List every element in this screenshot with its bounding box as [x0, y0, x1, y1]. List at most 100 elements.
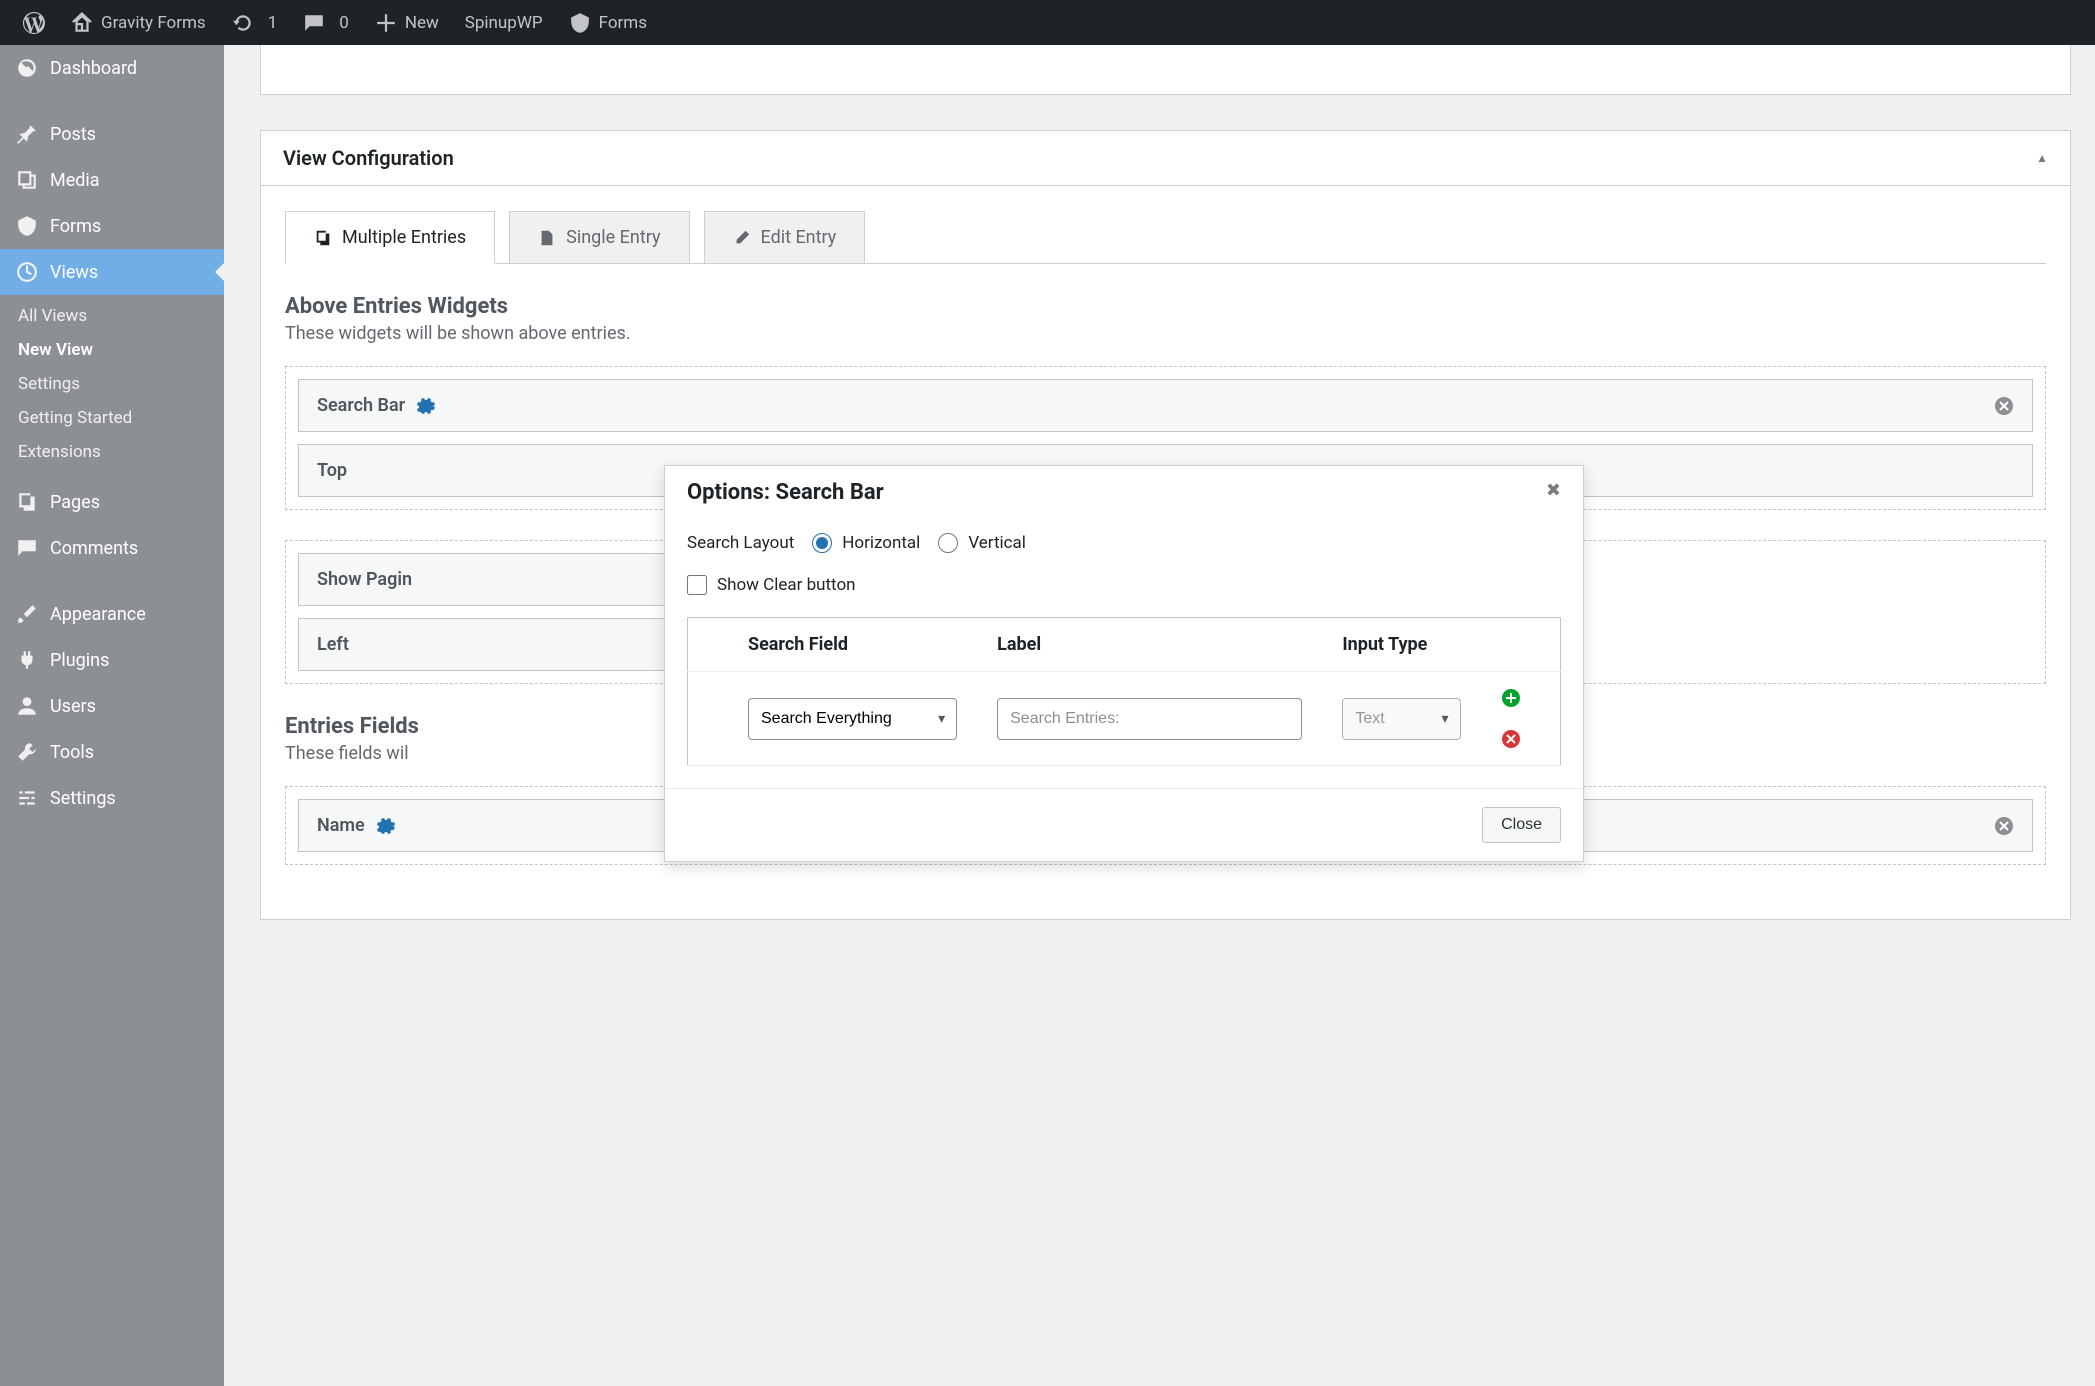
sidebar-item-views[interactable]: Views [0, 249, 224, 295]
sidebar-item-appearance[interactable]: Appearance [0, 591, 224, 637]
sidebar-label: Users [50, 696, 96, 717]
plus-icon [375, 12, 397, 34]
new-content-link[interactable]: New [362, 0, 452, 45]
checkbox-show-clear-input[interactable] [687, 575, 707, 595]
sidebar-item-tools[interactable]: Tools [0, 729, 224, 775]
comments-link[interactable]: 0 [290, 0, 362, 45]
gforms-icon [14, 215, 40, 237]
sidebar-item-dashboard[interactable]: Dashboard [0, 45, 224, 91]
widget-search-bar[interactable]: Search Bar [298, 379, 2033, 432]
view-tabs: Multiple Entries Single Entry Edit Entry [285, 210, 2046, 264]
panel-header[interactable]: View Configuration ▲ [261, 131, 2070, 186]
zone-label: Top [317, 460, 347, 481]
main-content: View Configuration ▲ Multiple Entries Si… [224, 45, 2095, 1386]
sidebar-label: Forms [50, 216, 101, 237]
submenu-settings[interactable]: Settings [0, 367, 224, 401]
new-label: New [405, 13, 439, 33]
tab-single-entry[interactable]: Single Entry [509, 211, 689, 264]
sidebar-item-plugins[interactable]: Plugins [0, 637, 224, 683]
close-icon[interactable]: ✖ [1546, 480, 1561, 505]
submenu-all-views[interactable]: All Views [0, 299, 224, 333]
above-widgets-desc: These widgets will be shown above entrie… [285, 323, 2046, 344]
sidebar-label: Comments [50, 538, 138, 559]
sidebar-item-forms[interactable]: Forms [0, 203, 224, 249]
gear-icon[interactable] [375, 816, 395, 836]
comments-icon [14, 537, 40, 559]
close-button[interactable]: Close [1482, 807, 1561, 843]
col-search-field: Search Field [728, 618, 977, 672]
pin-icon [14, 123, 40, 145]
sidebar-label: Pages [50, 492, 100, 513]
checkbox-show-clear[interactable]: Show Clear button [687, 575, 856, 595]
remove-widget-icon[interactable] [1994, 396, 2014, 416]
widget-name: Name [317, 815, 365, 836]
sidebar-item-media[interactable]: Media [0, 157, 224, 203]
widget-name: Search Bar [317, 395, 405, 416]
sidebar-label: Media [50, 170, 100, 191]
sidebar-item-pages[interactable]: Pages [0, 479, 224, 525]
views-icon [14, 261, 40, 283]
admin-bar: Gravity Forms 1 0 New SpinupWP Forms [0, 0, 2095, 45]
pages-icon [14, 491, 40, 513]
input-type-select[interactable]: Text [1342, 698, 1460, 740]
comment-icon [303, 12, 325, 34]
updates-count: 1 [268, 13, 278, 33]
sidebar-item-users[interactable]: Users [0, 683, 224, 729]
forms-link[interactable]: Forms [556, 0, 660, 45]
forms-label: Forms [599, 13, 647, 33]
col-input-type: Input Type [1322, 618, 1480, 672]
search-layout-label: Search Layout [687, 533, 794, 553]
radio-horizontal[interactable]: Horizontal [812, 533, 920, 553]
zone-label: Left [317, 634, 349, 655]
sidebar-label: Plugins [50, 650, 109, 671]
plug-icon [14, 649, 40, 671]
site-name-link[interactable]: Gravity Forms [58, 0, 219, 45]
forms-icon [569, 12, 591, 34]
sidebar-label: Settings [50, 788, 116, 809]
sidebar-submenu-views: All Views New View Settings Getting Star… [0, 295, 224, 479]
user-icon [14, 695, 40, 717]
page-icon [538, 229, 556, 247]
col-label: Label [977, 618, 1322, 672]
radio-vertical[interactable]: Vertical [938, 533, 1026, 553]
home-icon [71, 12, 93, 34]
widget-name: Show Pagin [317, 569, 412, 590]
pencil-icon [733, 229, 751, 247]
sliders-icon [14, 787, 40, 809]
brush-icon [14, 603, 40, 625]
sidebar-label: Views [50, 262, 98, 283]
sidebar-item-settings[interactable]: Settings [0, 775, 224, 821]
delete-row-icon[interactable] [1501, 729, 1541, 749]
sidebar-label: Appearance [50, 604, 146, 625]
submenu-extensions[interactable]: Extensions [0, 435, 224, 469]
modal-title: Options: Search Bar [687, 480, 884, 505]
search-field-select[interactable]: Search Everything [748, 698, 957, 740]
tab-multiple-entries[interactable]: Multiple Entries [285, 211, 495, 264]
radio-vertical-input[interactable] [938, 533, 958, 553]
radio-horizontal-input[interactable] [812, 533, 832, 553]
spinupwp-link[interactable]: SpinupWP [452, 0, 556, 45]
refresh-icon [232, 12, 254, 34]
gear-icon[interactable] [415, 396, 435, 416]
panel-toggle-icon[interactable]: ▲ [2036, 151, 2048, 165]
updates-link[interactable]: 1 [219, 0, 291, 45]
site-name: Gravity Forms [101, 13, 206, 33]
wp-logo[interactable] [10, 0, 58, 45]
sidebar-label: Posts [50, 124, 96, 145]
sidebar-label: Tools [50, 742, 94, 763]
submenu-getting-started[interactable]: Getting Started [0, 401, 224, 435]
copy-icon [314, 229, 332, 247]
panel-title: View Configuration [283, 146, 454, 170]
admin-sidebar: Dashboard Posts Media Forms Views All Vi… [0, 45, 224, 1386]
submenu-new-view[interactable]: New View [0, 333, 224, 367]
search-fields-table: Search Field Label Input Type Search Eve… [687, 617, 1561, 766]
tab-edit-entry[interactable]: Edit Entry [704, 211, 866, 264]
remove-widget-icon[interactable] [1994, 816, 2014, 836]
label-input[interactable] [997, 698, 1302, 740]
add-row-icon[interactable] [1501, 688, 1541, 708]
sidebar-item-posts[interactable]: Posts [0, 111, 224, 157]
sidebar-item-comments[interactable]: Comments [0, 525, 224, 571]
media-icon [14, 169, 40, 191]
dashboard-icon [14, 57, 40, 79]
spinupwp-label: SpinupWP [465, 13, 543, 33]
